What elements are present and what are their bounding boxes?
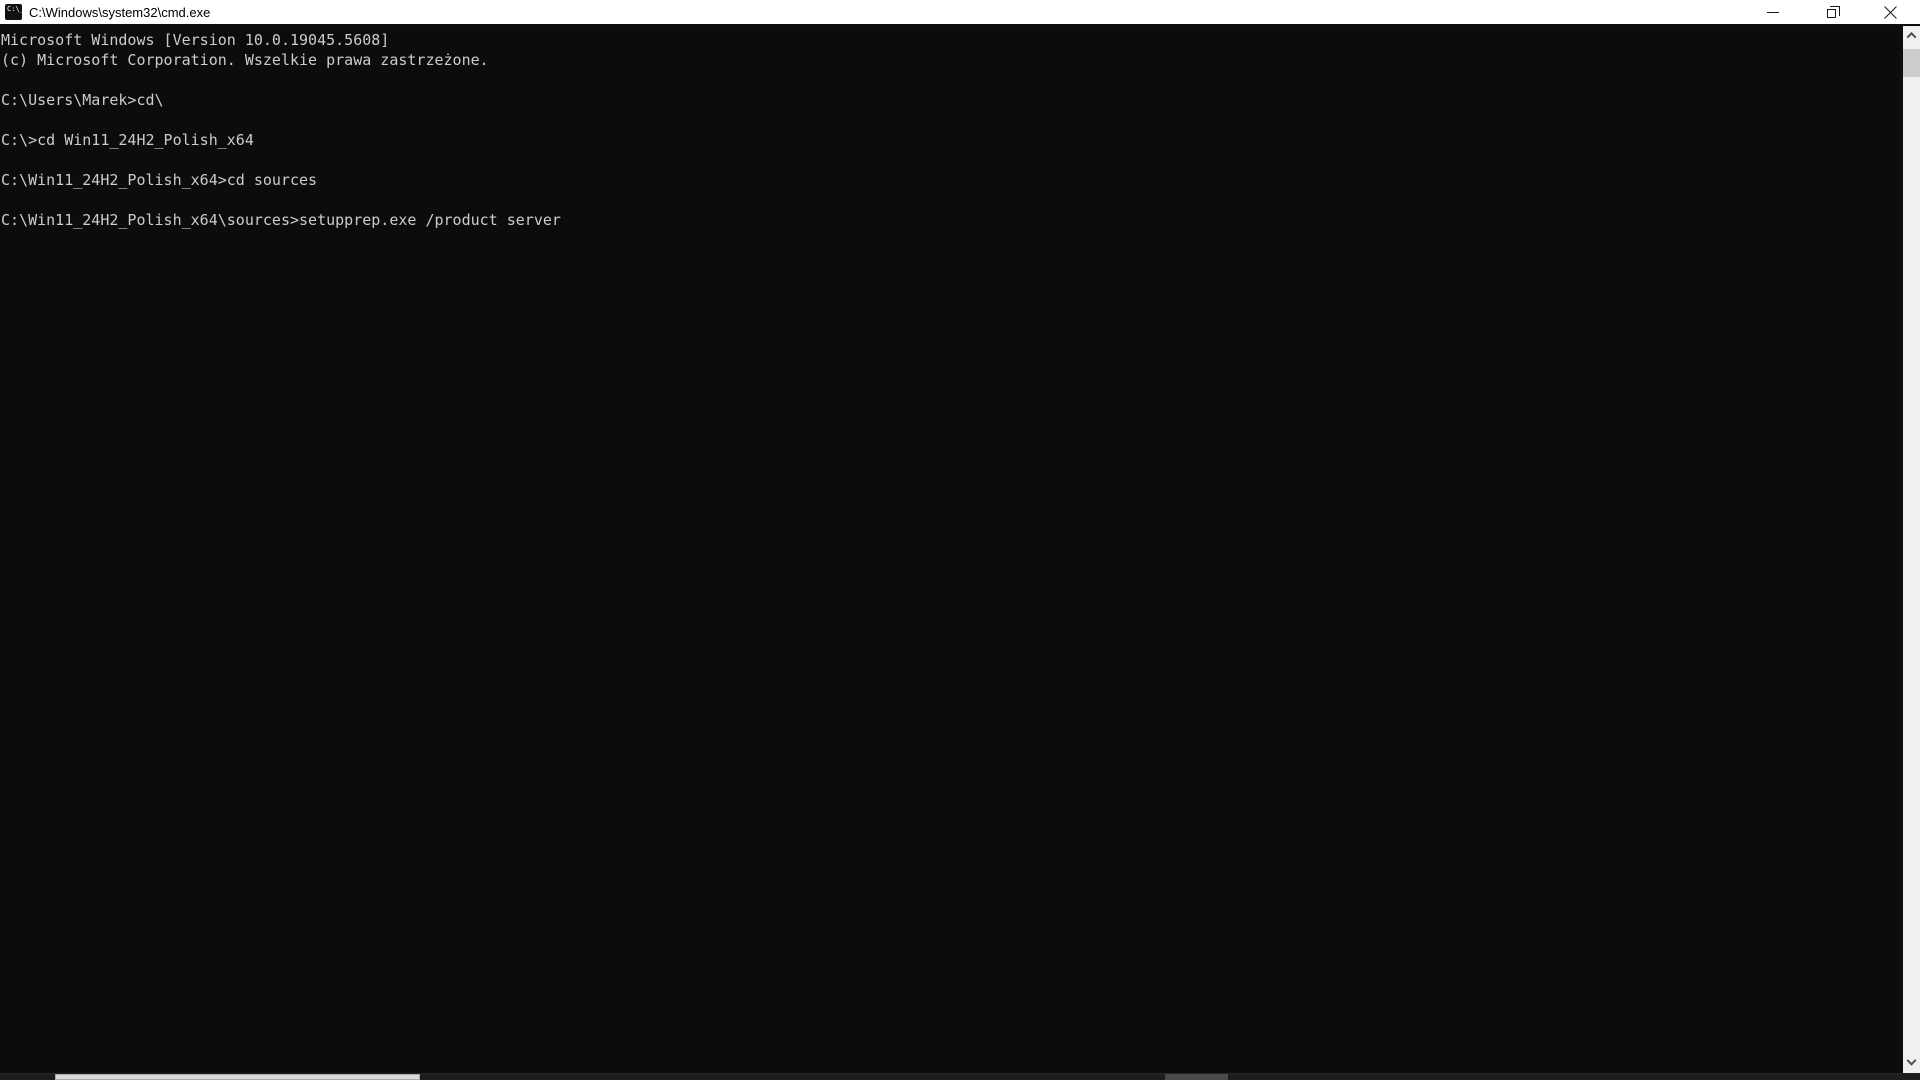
bottom-bar-gray-segment — [1165, 1074, 1228, 1080]
terminal-line: (c) Microsoft Corporation. Wszelkie praw… — [1, 50, 1903, 70]
terminal-line — [1, 150, 1903, 170]
minimize-icon — [1767, 12, 1779, 13]
horizontal-scrollbar-thumb[interactable] — [55, 1074, 420, 1080]
terminal-line: C:\Win11_24H2_Polish_x64\sources>setuppr… — [1, 210, 1903, 230]
cmd-prompt-icon: C:\_ — [5, 4, 22, 20]
window-controls — [1743, 0, 1920, 25]
terminal-line: Microsoft Windows [Version 10.0.19045.56… — [1, 30, 1903, 50]
vertical-scrollbar[interactable] — [1903, 26, 1920, 1073]
chevron-up-icon — [1907, 32, 1917, 42]
terminal-line — [1, 70, 1903, 90]
terminal-line: C:\Win11_24H2_Polish_x64>cd sources — [1, 170, 1903, 190]
terminal-line — [1, 190, 1903, 210]
scroll-down-button[interactable] — [1903, 1055, 1920, 1072]
terminal-line — [1, 110, 1903, 130]
vertical-scrollbar-thumb[interactable] — [1903, 49, 1920, 77]
restore-button[interactable] — [1802, 0, 1861, 25]
terminal-line: C:\Users\Marek>cd\ — [1, 90, 1903, 110]
titlebar[interactable]: C:\_ C:\Windows\system32\cmd.exe — [0, 0, 1920, 25]
minimize-button[interactable] — [1743, 0, 1802, 25]
horizontal-scrollbar[interactable] — [0, 1073, 1920, 1080]
close-icon — [1883, 5, 1898, 20]
window-title: C:\Windows\system32\cmd.exe — [29, 5, 210, 20]
restore-icon — [1827, 9, 1836, 18]
scroll-up-button[interactable] — [1903, 27, 1920, 44]
terminal-output[interactable]: Microsoft Windows [Version 10.0.19045.56… — [0, 26, 1903, 1073]
chevron-down-icon — [1907, 1056, 1917, 1066]
terminal-line: C:\>cd Win11_24H2_Polish_x64 — [1, 130, 1903, 150]
close-button[interactable] — [1861, 0, 1920, 25]
